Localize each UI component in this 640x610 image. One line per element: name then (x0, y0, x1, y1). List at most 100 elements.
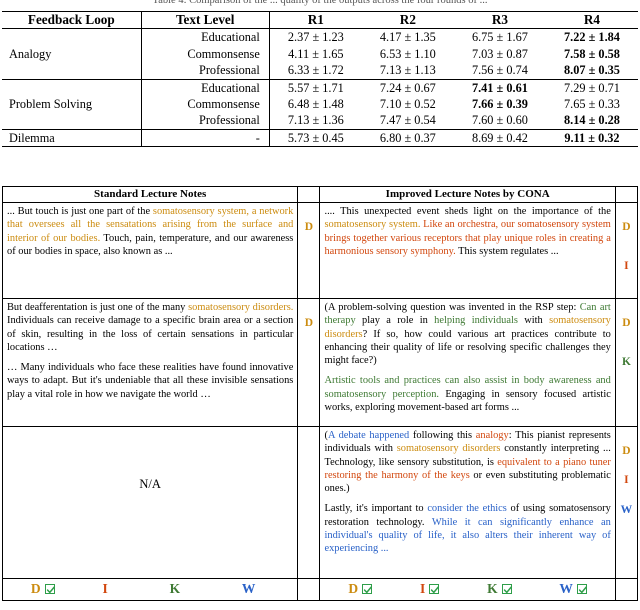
checkbox-d[interactable] (44, 584, 55, 594)
plain-text: ... But touch is just one part of the (7, 206, 153, 217)
results-header-feedback-loop: Feedback Loop (2, 11, 142, 29)
legend-improved-cell: DIKW (319, 578, 616, 601)
legend-standard-items: DIKW (7, 581, 293, 597)
note-paragraph: (A debate happened following this analog… (324, 429, 610, 495)
checkbox-d[interactable] (362, 584, 373, 594)
legend-improved-spacer (614, 578, 639, 601)
improved-notes-cell: (A debate happened following this analog… (319, 426, 616, 579)
results-value-r4: 7.65 ± 0.33 (564, 97, 620, 112)
legend-letter-i: I (102, 581, 108, 596)
standard-notes-markers (297, 426, 321, 579)
improved-notes-markers: DI (614, 202, 639, 299)
improved-notes-cell: (A problem-solving question was invented… (319, 298, 616, 427)
marker-w: W (620, 503, 633, 516)
legend-row: DIKW DIKW (1, 578, 639, 601)
results-value-r4: 9.11 ± 0.32 (545, 129, 638, 148)
highlight-d: somatosensory system. (324, 219, 421, 231)
results-value-r2: 4.17 ± 1.35 (379, 30, 436, 45)
checkbox-w[interactable] (576, 584, 587, 594)
note-paragraph: But deafferentation is just one of the m… (7, 301, 293, 354)
legend-letter-w: W (559, 581, 573, 596)
plain-text: (A problem-solving question was invented… (324, 302, 580, 313)
notes-table-container: Standard Lecture Notes Improved Lecture … (1, 186, 639, 601)
results-text-level: Professional (141, 112, 270, 130)
plain-text: following this (409, 430, 476, 441)
results-table-container: Feedback Loop Text Level R1 R2 R3 R4 Ana… (2, 11, 638, 148)
checkbox-k[interactable] (501, 584, 512, 594)
results-value-r2: 6.53 ± 1.10 (379, 46, 436, 61)
highlight-i: analogy (475, 430, 509, 441)
legend-item-k-standard: K (170, 581, 195, 597)
checkbox-i[interactable] (429, 584, 440, 594)
marker-i: I (624, 474, 629, 487)
note-paragraph: Artistic tools and practices can also as… (324, 374, 610, 414)
clipped-caption: Table 4: Comparison of the ... quality o… (152, 0, 488, 6)
notes-table-head: Standard Lecture Notes Improved Lecture … (1, 186, 639, 203)
legend-item-w-improved: W (559, 581, 587, 597)
standard-notes-markers: D (297, 202, 321, 299)
results-row: Problem Solving Educational 5.57 ± 1.71 7.2… (2, 79, 638, 130)
standard-notes-cell: N/A (1, 426, 299, 579)
results-group-label: Analogy (2, 28, 142, 80)
legend-letter-k: K (487, 581, 498, 596)
marker-d: D (304, 317, 314, 329)
results-header-r2: R2 (399, 12, 416, 27)
legend-letter-d: D (30, 581, 41, 596)
notes-header-standard-marks (297, 186, 321, 203)
notes-header-standard: Standard Lecture Notes (1, 186, 299, 203)
results-value-r2: 7.47 ± 0.54 (361, 112, 454, 130)
marker-k: K (621, 356, 631, 369)
legend-letter-i: I (419, 581, 426, 596)
results-table: Feedback Loop Text Level R1 R2 R3 R4 Ana… (2, 11, 638, 148)
marker-d: D (622, 317, 631, 329)
improved-notes-cell: .... This unexpected event sheds light o… (319, 202, 616, 299)
results-row: Dilemma -5.73 ± 0.45 6.80 ± 0.37 8.69 ± 0.4… (2, 129, 638, 148)
note-paragraph: ... But touch is just one part of the so… (7, 205, 293, 258)
improved-notes-markers: D I W (614, 426, 639, 579)
legend-item-w-standard: W (242, 581, 270, 597)
notes-row: N/A (A debate happened following this ana… (1, 426, 639, 579)
results-text-level: Commonsense (141, 45, 270, 63)
legend-letter-k: K (169, 581, 181, 596)
highlight-d: somatosensory disorders (396, 443, 501, 455)
results-table-body: Analogy Educational 2.37 ± 1.23 4.17 ± 1.35… (2, 28, 638, 148)
marker-d: D (622, 221, 631, 233)
note-paragraph: (A problem-solving question was invented… (324, 301, 610, 367)
results-value-r3: 7.60 ± 0.60 (453, 112, 546, 130)
results-value-r1: 6.33 ± 1.72 (269, 62, 362, 80)
results-value-r2: 6.80 ± 0.37 (361, 129, 454, 148)
plain-text: .... This unexpected event sheds light o… (324, 206, 611, 217)
highlight-w: consider the ethics (427, 503, 507, 515)
notes-table-body: ... But touch is just one part of the so… (1, 202, 639, 579)
results-value-r1: 5.73 ± 0.45 (269, 129, 362, 148)
results-value-r4: 7.58 ± 0.58 (564, 46, 620, 61)
legend-standard-spacer (297, 578, 321, 601)
plain-text: But deafferentation is just one of the m… (7, 302, 189, 313)
legend-improved-items: DIKW (324, 581, 610, 597)
results-value-r1: 6.48 ± 1.48 (287, 97, 344, 112)
results-value-r4: 8.07 ± 0.35 (545, 62, 638, 80)
results-text-level: Educational (141, 28, 270, 46)
results-header-r3: R3 (491, 12, 508, 27)
note-paragraph: … Many individuals who face these realit… (7, 361, 293, 401)
plain-text: This system regulates ... (455, 245, 559, 257)
standard-notes-markers: D (297, 298, 321, 427)
results-value-r1: 4.11 ± 1.65 (288, 46, 344, 61)
plain-text: … Many individuals who face these realit… (7, 362, 294, 400)
page-root: Table 4: Comparison of the ... quality o… (0, 0, 640, 610)
results-header-row: Feedback Loop Text Level R1 R2 R3 R4 (2, 11, 638, 29)
plain-text: Lastly, it's important to (324, 503, 428, 515)
legend-letter-d: D (348, 581, 359, 596)
results-text-level: Commonsense (141, 96, 270, 113)
plain-text: play a role in (355, 315, 435, 327)
marker-d: D (304, 221, 314, 233)
results-group-label: Dilemma (2, 129, 142, 148)
plain-text: Individuals can receive damage to a spec… (7, 315, 294, 353)
results-value-r2: 7.24 ± 0.67 (379, 80, 436, 95)
results-value-r4: 7.22 ± 1.84 (564, 30, 620, 45)
marker-i: I (624, 260, 629, 273)
notes-row: ... But touch is just one part of the so… (1, 202, 639, 299)
legend-item-d-improved: D (348, 581, 373, 597)
notes-header-row: Standard Lecture Notes Improved Lecture … (1, 186, 639, 203)
results-value-r2: 7.13 ± 1.13 (361, 62, 454, 80)
